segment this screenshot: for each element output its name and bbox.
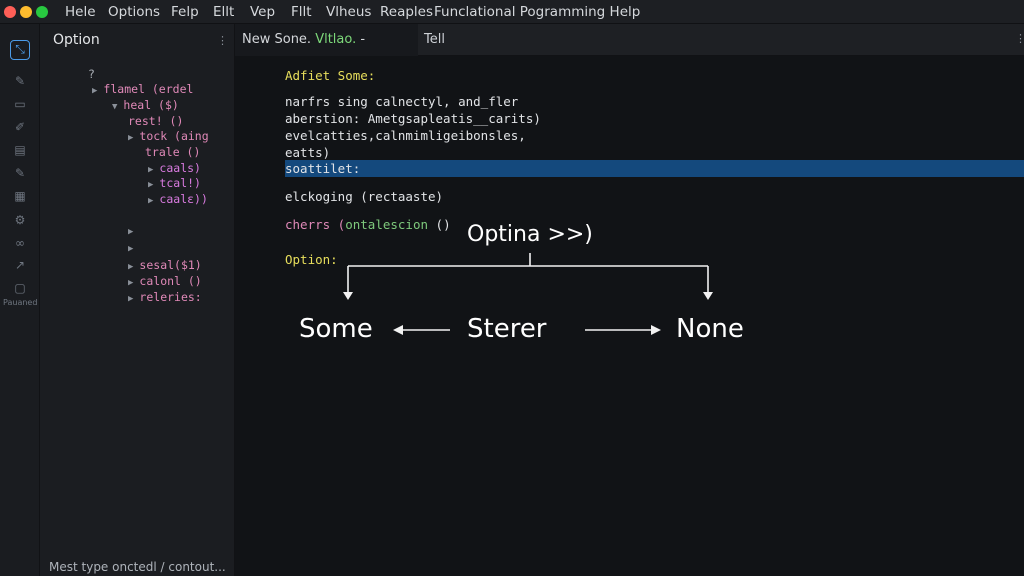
wand-icon[interactable]: ↗ <box>13 258 27 272</box>
close-window-button[interactable] <box>4 6 16 18</box>
debug-icon[interactable]: ⚙ <box>13 213 27 227</box>
tree-item[interactable]: trale () <box>145 145 200 160</box>
tab-bar: New Sone. Vltlao. - Tell ⋮ <box>235 24 1024 56</box>
diagram-some-label: Some <box>299 314 373 344</box>
right-drop-arrowhead <box>703 292 713 300</box>
chevron-right-icon[interactable]: ▶ <box>148 165 153 175</box>
activity-label: Pauaned <box>3 298 38 307</box>
option-diagram: Optina >>) Some Sterer None <box>235 56 1024 576</box>
menu-item-ellt[interactable]: Ellt <box>213 4 234 20</box>
activity-bar: ⤡ ✎ ▭ ✐ ▤ ✎ ▦ ⚙ ∞ ↗ ▢ Pauaned <box>0 24 40 576</box>
minimize-window-button[interactable] <box>20 6 32 18</box>
edit-icon[interactable]: ✎ <box>13 166 27 180</box>
menu-item-hele[interactable]: Hele <box>65 4 96 20</box>
chevron-right-icon[interactable]: ▶ <box>128 244 133 254</box>
tree-item[interactable]: ▶ <box>128 240 139 255</box>
panel-icon[interactable]: ▤ <box>13 143 27 157</box>
menu-item-functional-programming-help[interactable]: Funclational Pogramming Help <box>434 4 640 20</box>
tree-item[interactable]: ▶ tcal!) <box>148 176 201 191</box>
pencil-icon[interactable]: ✐ <box>13 120 27 134</box>
settings-icon[interactable]: ▢ <box>13 281 27 295</box>
extensions-icon[interactable]: ∞ <box>13 236 27 250</box>
panel-status-text: Mest type onctedl / contout... <box>49 560 226 574</box>
diagram-top-label: Optina >>) <box>467 222 593 247</box>
tree-item[interactable]: ▶ flamel (erdel <box>92 82 193 97</box>
more-actions-icon[interactable]: ⋮ <box>1015 32 1024 45</box>
more-actions-icon[interactable]: ⋮ <box>217 34 228 47</box>
tree-item[interactable]: ▶ calonl () <box>128 274 202 289</box>
tree-item[interactable]: ▶ sesal($1) <box>128 258 202 273</box>
tree-item[interactable]: ? <box>88 67 95 82</box>
chevron-down-icon[interactable]: ▼ <box>112 102 117 112</box>
brush-icon[interactable]: ✎ <box>13 74 27 88</box>
menu-item-vep[interactable]: Vep <box>250 4 275 20</box>
left-arrowhead <box>393 325 403 335</box>
tree-item[interactable]: ▶ caals) <box>148 161 201 176</box>
left-drop-arrowhead <box>343 292 353 300</box>
chevron-right-icon[interactable]: ▶ <box>128 133 133 143</box>
tree-item[interactable]: ▶ <box>128 223 139 238</box>
menu-item-felp[interactable]: Felp <box>171 4 199 20</box>
diagram-none-label: None <box>676 314 744 344</box>
grid-icon[interactable]: ▦ <box>13 189 27 203</box>
tree-item[interactable]: ▶ caalε)) <box>148 192 208 207</box>
editor-area[interactable]: Adfiet Some: narfrs sing calnectyl, and_… <box>235 56 1024 576</box>
explorer-icon[interactable]: ⤡ <box>10 40 30 60</box>
chevron-right-icon[interactable]: ▶ <box>128 294 133 304</box>
right-arrowhead <box>651 325 661 335</box>
tree-item[interactable]: ▶ releries: <box>128 290 202 305</box>
diagram-sterer-label: Sterer <box>467 314 547 344</box>
tree-item[interactable]: ▼ heal ($) <box>112 98 179 113</box>
menu-bar: Hele Options Felp Ellt Vep Fllt Vlheus R… <box>0 0 1024 24</box>
tree-item[interactable]: ▶ tock (aing <box>128 129 209 144</box>
side-panel: Option ⋮ ? ▶ flamel (erdel ▼ heal ($) rest… <box>40 24 235 576</box>
menu-item-reaples[interactable]: Reaples <box>380 4 433 20</box>
menu-item-fllt[interactable]: Fllt <box>291 4 312 20</box>
chat-icon[interactable]: ▭ <box>13 97 27 111</box>
chevron-right-icon[interactable]: ▶ <box>128 278 133 288</box>
tree-item[interactable]: rest! () <box>128 114 183 129</box>
chevron-right-icon[interactable]: ▶ <box>92 86 97 96</box>
tab-new-sone[interactable]: New Sone. Vltlao. - <box>235 24 418 56</box>
panel-title: Option <box>53 32 100 48</box>
chevron-right-icon[interactable]: ▶ <box>148 180 153 190</box>
maximize-window-button[interactable] <box>36 6 48 18</box>
chevron-right-icon[interactable]: ▶ <box>128 227 133 237</box>
tab-tell[interactable]: Tell <box>424 24 445 56</box>
chevron-right-icon[interactable]: ▶ <box>128 262 133 272</box>
chevron-right-icon[interactable]: ▶ <box>148 196 153 206</box>
menu-item-vlheus[interactable]: Vlheus <box>326 4 371 20</box>
menu-item-options[interactable]: Options <box>108 4 160 20</box>
